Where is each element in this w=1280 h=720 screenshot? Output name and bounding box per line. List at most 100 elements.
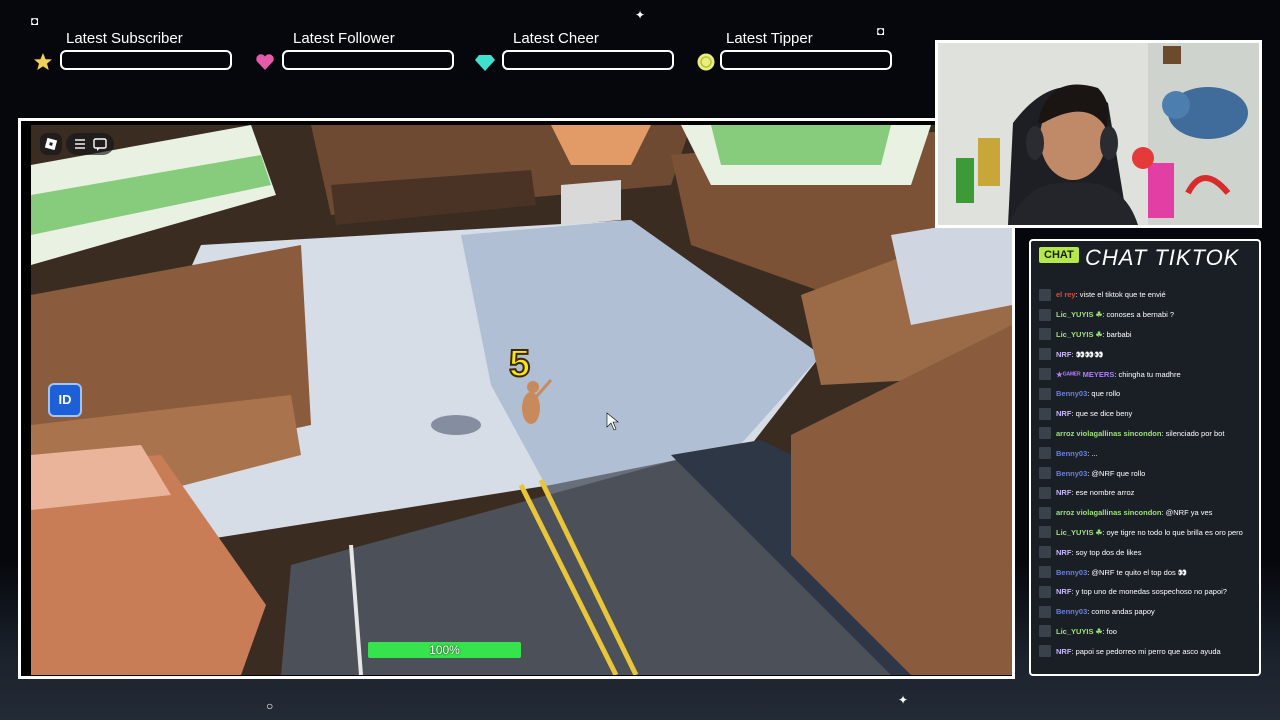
sparkle-icon: ◘ [877,24,885,38]
chat-username: Lic_YUYIS ☘ [1056,329,1103,339]
chat-username: Benny03 [1056,468,1088,478]
sparkle-icon: ◘ [31,14,39,28]
chat-message: arroz violagallinas sincondon: silenciad… [1039,424,1259,444]
chat-text: : como andas papoy [1087,607,1155,617]
avatar [1039,407,1051,420]
roblox-menu-button[interactable] [40,133,62,155]
chat-message: ★ᴳᴬᴹᴱᴿ MEYERS: chingha tu madhre [1039,364,1259,384]
chat-message: Benny03: @NRF te quito el top dos 👀 [1039,562,1259,582]
chat-message: Lic_YUYIS ☘: foo [1039,622,1259,642]
avatar [1039,585,1051,598]
chat-text: : foo [1102,626,1117,636]
sparkle-icon: ○ [266,699,274,713]
chat-username: Benny03 [1056,607,1088,617]
chat-text: : oye tigre no todo lo que brilla es oro… [1102,527,1243,537]
alert-label: Latest Subscriber [66,30,183,47]
webcam-frame [935,40,1262,228]
alert-name-field [282,50,454,70]
chat-message: Benny03: como andas papoy [1039,602,1259,622]
chat-text: : chingha tu madhre [1114,369,1181,379]
chat-message: NRF: papoi se pedorreo mi perro que asco… [1039,641,1259,661]
chat-message: NRF: que se dice beny [1039,404,1259,424]
avatar [1039,625,1051,638]
alert-name-field [502,50,674,70]
chat-username: Lic_YUYIS ☘ [1056,527,1103,537]
avatar [1039,308,1051,321]
game-scene [31,125,1012,675]
chat-text: : ese nombre arroz [1071,488,1135,498]
avatar [1039,546,1051,559]
chat-panel: CHAT CHAT TIKTOK el rey: viste el tiktok… [1029,239,1261,676]
chat-text: : que se dice beny [1071,409,1133,419]
chat-text: : viste el tiktok que te envié [1075,290,1166,300]
avatar [1039,566,1051,579]
progress-label: 100% [429,643,460,657]
alert-label: Latest Cheer [513,30,599,47]
chat-text: : soy top dos de likes [1071,547,1142,557]
avatar [1039,348,1051,361]
avatar [1039,506,1051,519]
chat-text: : 👀👀👀 [1071,349,1104,359]
chat-username: NRF [1056,349,1072,359]
chat-text: : y top uno de monedas sospechoso no pap… [1071,587,1227,597]
chat-text: : ... [1087,448,1098,458]
chat-text: : conoses a bernabi ? [1102,310,1175,320]
avatar [1039,328,1051,341]
toolbar-icons [75,138,107,151]
chat-message: Lic_YUYIS ☘: conoses a bernabi ? [1039,305,1259,325]
avatar [1039,467,1051,480]
chat-text: : @NRF ya ves [1161,508,1213,518]
webcam-image [938,43,1259,225]
chat-message: Benny03: @NRF que rollo [1039,463,1259,483]
chat-bubble-icon[interactable] [93,138,107,151]
alert-label: Latest Tipper [726,30,813,47]
chat-username: Benny03 [1056,448,1088,458]
heart-icon [256,54,274,70]
alert-name-field [60,50,232,70]
avatar [1039,368,1051,381]
roblox-logo-icon [44,137,58,151]
avatar [1039,288,1051,301]
menu-icon[interactable] [75,139,85,149]
avatar [1039,605,1051,618]
chat-username: ★ᴳᴬᴹᴱᴿ MEYERS [1056,369,1115,379]
chat-message: Lic_YUYIS ☘: barbabi [1039,325,1259,345]
chat-username: el rey [1056,290,1076,300]
game-viewport[interactable]: ID 5 100% [31,125,1012,675]
chat-username: NRF [1056,409,1072,419]
chat-title: CHAT TIKTOK [1085,245,1240,270]
sparkle-icon: ✦ [898,693,909,707]
countdown-number: 5 [508,342,531,386]
chat-username: Lic_YUYIS ☘ [1056,626,1103,636]
avatar [1039,427,1051,440]
chat-message: el rey: viste el tiktok que te envié [1039,285,1259,305]
chat-text: : barbabi [1102,329,1132,339]
avatar [1039,387,1051,400]
alert-name-field [720,50,892,70]
chat-message: NRF: soy top dos de likes [1039,542,1259,562]
chat-badge: CHAT [1039,247,1079,263]
chat-message: arroz violagallinas sincondon: @NRF ya v… [1039,503,1259,523]
chat-text: : @NRF que rollo [1087,468,1146,478]
sparkle-icon: ✦ [635,8,646,22]
alert-label: Latest Follower [293,30,395,47]
chat-message-list[interactable]: el rey: viste el tiktok que te envié Lic_… [1039,285,1259,661]
chat-text: : que rollo [1087,389,1121,399]
chat-username: arroz violagallinas sincondon [1056,508,1162,518]
chat-message: NRF: y top uno de monedas sospechoso no … [1039,582,1259,602]
avatar [1039,645,1051,658]
coin-icon [697,53,715,71]
chat-text: : silenciado por bot [1161,428,1225,438]
chat-message: Lic_YUYIS ☘: oye tigre no todo lo que br… [1039,523,1259,543]
chat-message: Benny03: ... [1039,443,1259,463]
game-frame: ID 5 100% [18,118,1015,679]
avatar [1039,526,1051,539]
chat-message: NRF: ese nombre arroz [1039,483,1259,503]
chat-text: : papoi se pedorreo mi perro que asco ay… [1071,646,1221,656]
id-button[interactable]: ID [48,383,82,417]
chat-username: Lic_YUYIS ☘ [1056,310,1103,320]
toolbar-pill [66,133,114,155]
chat-username: arroz violagallinas sincondon [1056,428,1162,438]
chat-message: NRF: 👀👀👀 [1039,344,1259,364]
chat-username: Benny03 [1056,389,1088,399]
